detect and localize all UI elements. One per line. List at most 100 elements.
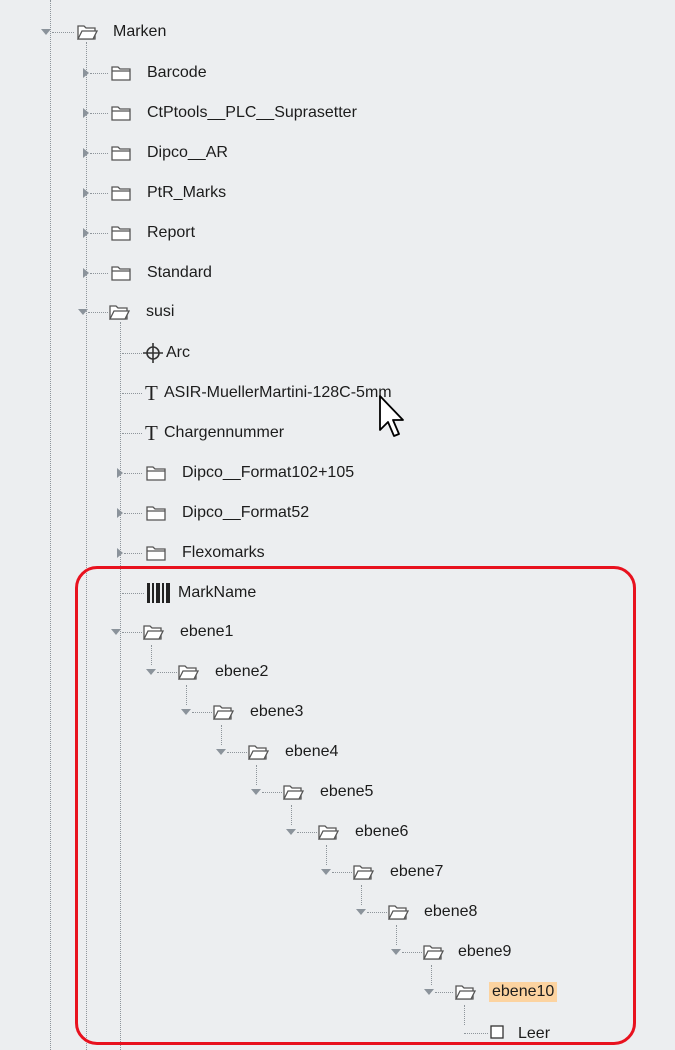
collapse-toggle-icon[interactable] [117,468,123,478]
tree-node-label: ebene9 [458,943,512,960]
tree-node-label: ebene7 [390,863,444,880]
expand-toggle-icon[interactable] [41,29,51,35]
tree-node-barcode[interactable]: Barcode [0,60,675,90]
tree-node-label: Dipco__AR [147,144,228,161]
tree-node-leer[interactable]: Leer [0,1020,675,1050]
tree-node-report[interactable]: Report [0,220,675,250]
tree-node-label: ASIR-MuellerMartini-128C-5mm [164,384,392,401]
folder-open-icon [387,905,409,920]
tree-node-label: Marken [113,23,167,40]
tree-node-ctptools[interactable]: CtPtools__PLC__Suprasetter [0,100,675,130]
expand-toggle-icon[interactable] [181,709,191,715]
tree-node-ebene5[interactable]: ebene5 [0,780,675,810]
folder-open-icon [76,25,98,40]
tree-node-label: Standard [147,264,212,281]
collapse-toggle-icon[interactable] [83,268,89,278]
text-t-icon: T [145,421,158,445]
folder-icon [111,146,131,161]
crosshair-icon [143,343,163,363]
tree-node-dipco-format102[interactable]: Dipco__Format102+105 [0,460,675,490]
empty-box-icon [490,1025,504,1039]
tree-node-label-selected: ebene10 [489,982,558,1002]
tree-node-label: Dipco__Format52 [182,504,310,521]
collapse-toggle-icon[interactable] [83,68,89,78]
tree-panel[interactable]: Marken Barcode CtPtools__PLC__Suprasette… [0,0,675,1050]
tree-node-label: CtPtools__PLC__Suprasetter [147,104,357,121]
tree-node-dipco-ar[interactable]: Dipco__AR [0,140,675,170]
tree-node-label: ebene1 [180,623,234,640]
folder-open-icon [108,305,130,320]
tree-node-ebene7[interactable]: ebene7 [0,860,675,890]
tree-node-label: ebene6 [355,823,409,840]
folder-icon [111,266,131,281]
barcode-icon [147,583,170,603]
folder-icon [146,506,166,521]
tree-node-ebene4[interactable]: ebene4 [0,740,675,770]
collapse-toggle-icon[interactable] [83,188,89,198]
tree-node-ebene9[interactable]: ebene9 [0,940,675,970]
tree-node-label: Report [147,224,196,241]
tree-node-flexomarks[interactable]: Flexomarks [0,540,675,570]
folder-open-icon [282,785,304,800]
folder-icon [111,186,131,201]
folder-open-icon [142,625,164,640]
tree-node-label: Barcode [147,64,207,81]
tree-node-ebene1[interactable]: ebene1 [0,620,675,650]
tree-node-ebene10[interactable]: ebene10 [0,980,675,1010]
collapse-toggle-icon[interactable] [83,148,89,158]
tree-node-arc[interactable]: Arc [0,340,675,370]
tree-node-marken[interactable]: Marken [0,20,675,50]
tree-node-ebene3[interactable]: ebene3 [0,700,675,730]
folder-icon [111,106,131,121]
folder-icon [111,226,131,241]
folder-open-icon [352,865,374,880]
tree-node-asir[interactable]: T ASIR-MuellerMartini-128C-5mm [0,380,675,410]
folder-open-icon [422,945,444,960]
expand-toggle-icon[interactable] [356,909,366,915]
tree-node-susi[interactable]: susi [0,300,675,330]
expand-toggle-icon[interactable] [321,869,331,875]
tree-node-ebene8[interactable]: ebene8 [0,900,675,930]
tree-node-label: PtR_Marks [147,184,227,201]
text-t-icon: T [145,381,158,405]
expand-toggle-icon[interactable] [424,989,434,995]
collapse-toggle-icon[interactable] [83,228,89,238]
tree-node-dipco-format52[interactable]: Dipco__Format52 [0,500,675,530]
tree-node-ebene2[interactable]: ebene2 [0,660,675,690]
tree-node-label: ebene2 [215,663,269,680]
expand-toggle-icon[interactable] [286,829,296,835]
tree-node-label: Chargennummer [164,424,285,441]
tree-node-label: ebene4 [285,743,339,760]
expand-toggle-icon[interactable] [146,669,156,675]
tree-node-label: Dipco__Format102+105 [182,464,355,481]
folder-open-icon [247,745,269,760]
expand-toggle-icon[interactable] [251,789,261,795]
folder-icon [111,66,131,81]
expand-toggle-icon[interactable] [111,629,121,635]
collapse-toggle-icon[interactable] [117,508,123,518]
tree-node-label: susi [146,303,175,320]
tree-node-label: MarkName [178,584,257,601]
folder-icon [146,466,166,481]
tree-node-label: ebene8 [424,903,478,920]
folder-open-icon [454,985,476,1000]
tree-node-ebene6[interactable]: ebene6 [0,820,675,850]
collapse-toggle-icon[interactable] [117,548,123,558]
tree-node-chargennummer[interactable]: T Chargennummer [0,420,675,450]
tree-node-label: Leer [518,1025,551,1042]
folder-open-icon [177,665,199,680]
tree-node-label: Arc [166,344,190,361]
folder-open-icon [212,705,234,720]
mouse-cursor-icon [379,395,404,437]
tree-node-label: ebene3 [250,703,304,720]
tree-node-label: Flexomarks [182,544,265,561]
folder-open-icon [317,825,339,840]
expand-toggle-icon[interactable] [391,949,401,955]
expand-toggle-icon[interactable] [216,749,226,755]
expand-toggle-icon[interactable] [78,309,88,315]
folder-icon [146,546,166,561]
tree-node-standard[interactable]: Standard [0,260,675,290]
tree-node-ptr-marks[interactable]: PtR_Marks [0,180,675,210]
tree-node-markname[interactable]: MarkName [0,580,675,610]
collapse-toggle-icon[interactable] [83,108,89,118]
